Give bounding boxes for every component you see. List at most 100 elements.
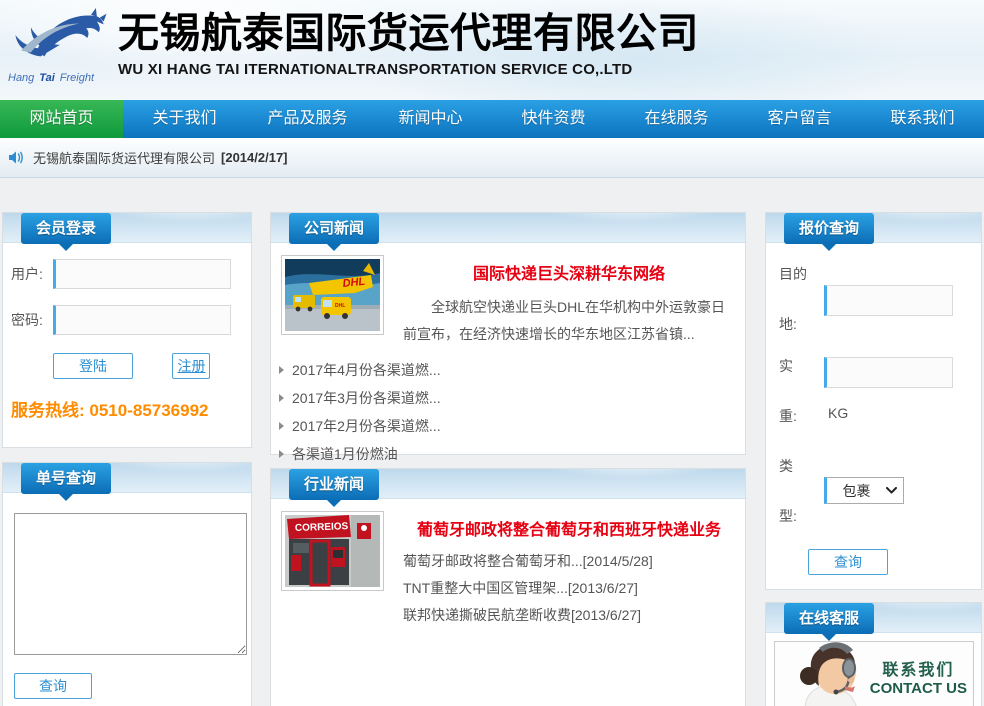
logo-word-3: Freight [60, 72, 94, 84]
main-nav: 网站首页 关于我们 产品及服务 新闻中心 快件资费 在线服务 客户留言 联系我们 [0, 100, 984, 138]
tracking-query-title: 单号查询 [36, 470, 96, 487]
password-label: 密码: [11, 310, 53, 330]
tracking-number-textarea[interactable] [14, 513, 247, 655]
online-service-header: 在线客服 [766, 603, 981, 633]
package-type-select[interactable]: 包裹 [824, 477, 904, 504]
announcement-link[interactable]: 无锡航泰国际货运代理有限公司 [33, 148, 215, 167]
speaker-icon [8, 149, 25, 166]
logo-word-2: Tai [39, 72, 55, 84]
site-header: Hang Tai Freight 无锡航泰国际货运代理有限公司 WU XI HANG… [0, 0, 984, 100]
news-link: 2017年4月份各渠道燃... [292, 360, 441, 380]
nav-item-news[interactable]: 新闻中心 [369, 100, 492, 138]
company-news-summary: 全球航空快递业巨头DHL在华机构中外运敦豪日前宣布，在经济快速增长的华东地区江苏… [403, 294, 735, 348]
industry-news-header: 行业新闻 [271, 469, 745, 499]
contact-us-en: CONTACT US [870, 680, 967, 697]
news-link: 各渠道1月份燃油 [292, 444, 398, 464]
login-buttons-row: 登陆 注册 [3, 353, 251, 379]
service-hotline: 服务热线: 0510-85736992 [11, 396, 251, 421]
weight-unit-label: KG [828, 405, 848, 421]
list-item[interactable]: 2017年4月份各渠道燃... [277, 356, 739, 384]
online-service-title: 在线客服 [799, 610, 859, 627]
list-item[interactable]: 2017年2月份各渠道燃... [277, 412, 739, 440]
triangle-right-icon [279, 422, 284, 430]
nav-item-contact[interactable]: 联系我们 [861, 100, 984, 138]
correios-news-thumbnail[interactable]: CORREIOS [281, 511, 384, 591]
svg-text:DHL: DHL [335, 303, 345, 309]
quote-query-button[interactable]: 查询 [808, 549, 888, 575]
list-item[interactable]: 各渠道1月份燃油 [277, 440, 739, 468]
username-input[interactable] [53, 259, 231, 289]
list-item[interactable]: 联邦快递撕破民航垄断收费[2013/6/27] [403, 602, 735, 629]
company-news-panel: 公司新闻 DHL DHL [270, 212, 746, 455]
nav-item-online-service[interactable]: 在线服务 [615, 100, 738, 138]
nav-item-products[interactable]: 产品及服务 [246, 100, 369, 138]
destination-input[interactable] [824, 285, 953, 316]
company-news-tab: 公司新闻 [289, 213, 379, 244]
username-label: 用户: [11, 264, 53, 284]
tab-pointer-icon [822, 244, 836, 251]
quote-query-header: 报价查询 [766, 213, 981, 243]
list-item[interactable]: 2017年3月份各渠道燃... [277, 384, 739, 412]
industry-news-headline[interactable]: 葡萄牙邮政将整合葡萄牙和西班牙快递业务 [403, 516, 735, 540]
svg-text:DHL: DHL [342, 276, 366, 290]
industry-news-panel: 行业新闻 CORREIOS 葡萄牙邮政将整合葡萄牙和西班牙快递业务 [270, 468, 746, 706]
nav-item-rates[interactable]: 快件资费 [492, 100, 615, 138]
logo-caption: Hang Tai Freight [8, 72, 114, 84]
dhl-news-thumbnail[interactable]: DHL DHL [281, 255, 384, 335]
company-news-list: 2017年4月份各渠道燃... 2017年3月份各渠道燃... 2017年2月份… [271, 348, 745, 468]
nav-item-guestbook[interactable]: 客户留言 [738, 100, 861, 138]
industry-news-title: 行业新闻 [304, 476, 364, 493]
nav-item-about[interactable]: 关于我们 [123, 100, 246, 138]
industry-news-featured: CORREIOS 葡萄牙邮政将整合葡萄牙和西班牙快递业务 葡萄牙邮政将整合葡萄牙… [271, 499, 745, 629]
weight-input[interactable] [824, 357, 953, 388]
tracking-query-tab: 单号查询 [21, 463, 111, 494]
industry-news-tab: 行业新闻 [289, 469, 379, 500]
list-item[interactable]: TNT重整大中国区管理架...[2013/6/27] [403, 575, 735, 602]
tracking-query-panel: 单号查询 查询 [2, 462, 252, 706]
tab-pointer-icon [59, 494, 73, 501]
tab-pointer-icon [822, 634, 836, 641]
register-link[interactable]: 注册 [172, 353, 210, 379]
type-label-line1: 类 [779, 441, 813, 491]
company-name-en: WU XI HANG TAI ITERNATIONALTRANSPORTATIO… [118, 61, 699, 78]
contact-us-banner[interactable]: 联系我们 CONTACT US [774, 641, 974, 706]
logo-word-1: Hang [8, 72, 34, 84]
tab-pointer-icon [327, 500, 341, 507]
company-news-title: 公司新闻 [304, 220, 364, 237]
svg-text:CORREIOS: CORREIOS [295, 521, 349, 534]
dhl-photo-icon: DHL DHL [285, 259, 380, 331]
destination-label-line1: 目的 [779, 249, 813, 299]
password-row: 密码: [11, 305, 243, 335]
nav-item-home[interactable]: 网站首页 [0, 100, 123, 138]
correios-photo-icon: CORREIOS [285, 515, 380, 587]
tab-pointer-icon [327, 244, 341, 251]
weight-label-line2: 重: [779, 391, 813, 441]
news-link: 2017年3月份各渠道燃... [292, 388, 441, 408]
horse-logo-icon [6, 6, 114, 70]
quote-query-title: 报价查询 [799, 220, 859, 237]
company-news-headline[interactable]: 国际快递巨头深耕华东网络 [403, 260, 735, 284]
company-news-featured-body: 国际快递巨头深耕华东网络 全球航空快递业巨头DHL在华机构中外运敦豪日前宣布，在… [403, 260, 735, 348]
company-name-cn: 无锡航泰国际货运代理有限公司 [118, 8, 699, 58]
quote-query-panel: 报价查询 目的 地: 实 重: KG 类 型: 包裹 查询 [765, 212, 982, 590]
login-button[interactable]: 登陆 [53, 353, 133, 379]
tracking-query-header: 单号查询 [3, 463, 251, 493]
member-login-panel: 会员登录 用户: 密码: 登陆 注册 服务热线: 0510-85736992 [2, 212, 252, 448]
tracking-query-button[interactable]: 查询 [14, 673, 92, 699]
triangle-right-icon [279, 366, 284, 374]
company-logo[interactable]: Hang Tai Freight [6, 6, 114, 94]
list-item[interactable]: 葡萄牙邮政将整合葡萄牙和...[2014/5/28] [403, 548, 735, 575]
chevron-down-icon [886, 487, 897, 494]
triangle-right-icon [279, 394, 284, 402]
announcement-date: [2014/2/17] [221, 150, 288, 165]
contact-us-cn: 联系我们 [870, 656, 967, 680]
announcement-bar: 无锡航泰国际货运代理有限公司 [2014/2/17] [0, 138, 984, 178]
member-login-header: 会员登录 [3, 213, 251, 243]
package-type-selected: 包裹 [827, 481, 886, 501]
username-row: 用户: [11, 259, 243, 289]
destination-label: 目的 地: [779, 249, 813, 349]
member-login-tab: 会员登录 [21, 213, 111, 244]
password-input[interactable] [53, 305, 231, 335]
online-service-tab: 在线客服 [784, 603, 874, 634]
company-news-featured: DHL DHL 国际快递巨头深耕华东网络 全球航空快递业巨头DHL在华机构中外运… [271, 243, 745, 348]
